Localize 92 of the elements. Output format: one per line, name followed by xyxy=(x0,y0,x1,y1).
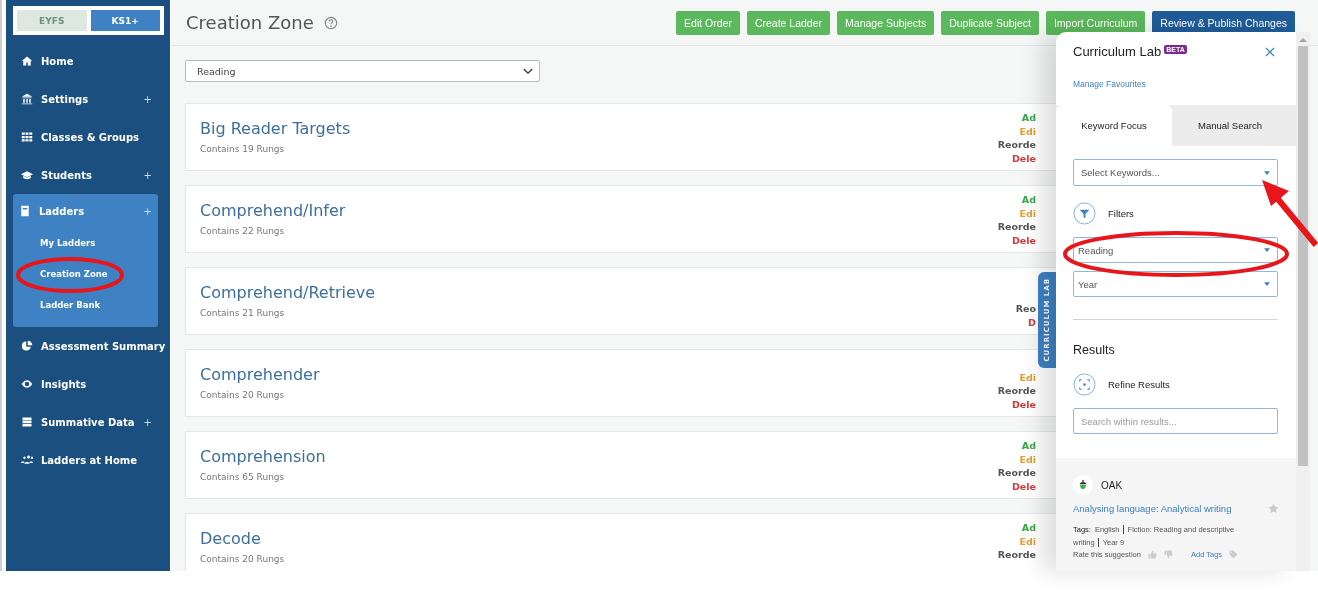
header-button[interactable]: Review & Publish Changes xyxy=(1152,10,1295,35)
source-name: OAK xyxy=(1101,479,1123,491)
ladder-action-link[interactable]: Dele xyxy=(1011,479,1036,493)
filter-select[interactable]: Year xyxy=(1073,271,1278,297)
ladder-action-link[interactable]: Dele xyxy=(1011,151,1036,165)
chevron-icon xyxy=(523,67,533,75)
scrollbar-thumb[interactable] xyxy=(1298,46,1308,466)
ladder-action-link[interactable]: Reo xyxy=(1015,302,1036,316)
search-field[interactable]: Search within results... xyxy=(1073,408,1278,434)
ladder-title[interactable]: Comprehender xyxy=(200,365,320,384)
manage-favourites-link[interactable]: Manage Favourites xyxy=(1073,79,1146,89)
caret-icon xyxy=(1264,170,1270,175)
ladder-rung-count: Contains 21 Rungs xyxy=(200,308,286,318)
ladder-action-link[interactable]: Reorde xyxy=(997,466,1036,480)
server-icon xyxy=(21,416,33,428)
keywords-select[interactable]: Select Keywords... xyxy=(1073,159,1278,186)
ladder-rung-count: Contains 65 Rungs xyxy=(200,472,286,482)
home-icon xyxy=(21,55,33,67)
nav-subitem[interactable]: Creation Zone xyxy=(13,259,158,290)
annotation-arrow xyxy=(1262,180,1318,247)
thumbs-up-icon[interactable] xyxy=(1147,550,1157,559)
nav-item[interactable]: Home xyxy=(13,42,164,80)
ladder-action-link[interactable]: Ad xyxy=(1021,439,1036,453)
book-icon xyxy=(19,205,31,217)
users-icon xyxy=(21,454,33,466)
grid-icon xyxy=(21,131,33,143)
subject-select[interactable]: Reading xyxy=(185,60,540,82)
pie-chart-icon xyxy=(21,340,33,352)
acorn-logo-icon xyxy=(1073,475,1093,495)
nav-item[interactable]: Insights xyxy=(13,365,164,403)
nav-item[interactable]: Students + xyxy=(13,156,164,194)
ladder-rung-count: Contains 22 Rungs xyxy=(200,226,286,236)
ladder-title[interactable]: Decode xyxy=(200,529,285,548)
ladder-action-link[interactable]: Dele xyxy=(1011,397,1036,411)
tag-icon xyxy=(1229,550,1239,559)
panel-tab[interactable]: Manual Search xyxy=(1172,105,1288,146)
filters-label: Filters xyxy=(1108,208,1134,219)
nav-item[interactable]: Summative Data + xyxy=(13,403,164,441)
filter-icon xyxy=(1073,202,1096,225)
ladder-action-link[interactable]: Ad xyxy=(1021,193,1036,207)
bank-icon xyxy=(21,93,33,105)
ladder-action-link[interactable]: Ad xyxy=(1021,111,1036,125)
header-button[interactable]: Import Curriculum xyxy=(1045,10,1146,35)
nav-item[interactable]: Assessment Summary xyxy=(13,327,164,365)
caret-icon xyxy=(1264,248,1270,252)
nav-subitem[interactable]: My Ladders xyxy=(13,228,158,259)
thumbs-down-icon[interactable] xyxy=(1163,550,1173,559)
nav-subitem[interactable]: Ladder Bank xyxy=(13,290,158,321)
level-tab[interactable]: KS1+ xyxy=(90,10,160,31)
ladder-action-link[interactable]: Reorde xyxy=(997,384,1036,398)
ladder-rung-count: Contains 20 Rungs xyxy=(200,554,285,564)
ladder-action-link[interactable]: Reorde xyxy=(997,138,1036,152)
ladder-action-link[interactable]: Reorde xyxy=(997,548,1036,562)
ladder-action-link[interactable]: Reorde xyxy=(997,220,1036,234)
expand-icon: + xyxy=(143,169,152,181)
header-button[interactable]: Duplicate Subject xyxy=(941,10,1039,35)
nav-item[interactable]: Ladders + xyxy=(13,194,158,228)
panel-title: Curriculum Lab xyxy=(1073,44,1162,59)
star-icon[interactable] xyxy=(1268,503,1279,514)
refine-results-label: Refine Results xyxy=(1108,379,1170,390)
header-button[interactable]: Manage Subjects xyxy=(837,10,935,35)
expand-icon: + xyxy=(143,416,152,428)
eye-icon xyxy=(21,378,33,390)
result-title-link[interactable]: Analysing language: Analytical writing xyxy=(1073,503,1232,514)
ladder-rung-count: Contains 19 Rungs xyxy=(200,144,286,154)
scrollbar[interactable] xyxy=(1296,32,1310,571)
page-title: Creation Zone xyxy=(186,12,314,33)
panel-tab[interactable]: Keyword Focus xyxy=(1056,105,1172,146)
help-icon[interactable] xyxy=(323,15,338,30)
mortarboard-icon xyxy=(21,169,33,181)
focus-icon xyxy=(1073,373,1096,396)
close-icon[interactable] xyxy=(1265,46,1275,57)
ladder-action-link[interactable]: Dele xyxy=(1011,233,1036,247)
ladder-action-link[interactable]: Ad xyxy=(1021,521,1036,535)
ladder-title[interactable]: Comprehend/Retrieve xyxy=(200,283,376,302)
header-button[interactable]: Edit Order xyxy=(676,10,740,35)
header-button[interactable]: Create Ladder xyxy=(746,10,831,35)
ladder-title[interactable]: Comprehension xyxy=(200,447,326,466)
nav-item[interactable]: Settings + xyxy=(13,80,164,118)
ladder-action-link[interactable]: D xyxy=(1028,315,1036,329)
expand-icon: + xyxy=(143,93,152,105)
nav-item[interactable]: Ladders at Home xyxy=(13,441,164,479)
nav-item[interactable]: Classes & Groups xyxy=(13,118,164,156)
filter-select[interactable]: Reading xyxy=(1073,237,1278,263)
ladder-rung-count: Contains 20 Rungs xyxy=(200,390,286,400)
ladder-title[interactable]: Comprehend/Infer xyxy=(200,201,346,220)
expand-icon: + xyxy=(143,205,152,217)
ladder-title[interactable]: Big Reader Targets xyxy=(200,119,351,138)
results-heading: Results xyxy=(1073,343,1116,357)
level-tab[interactable]: EYFS xyxy=(17,10,87,31)
caret-icon xyxy=(1264,282,1270,286)
scroll-up-icon[interactable] xyxy=(1299,37,1307,42)
